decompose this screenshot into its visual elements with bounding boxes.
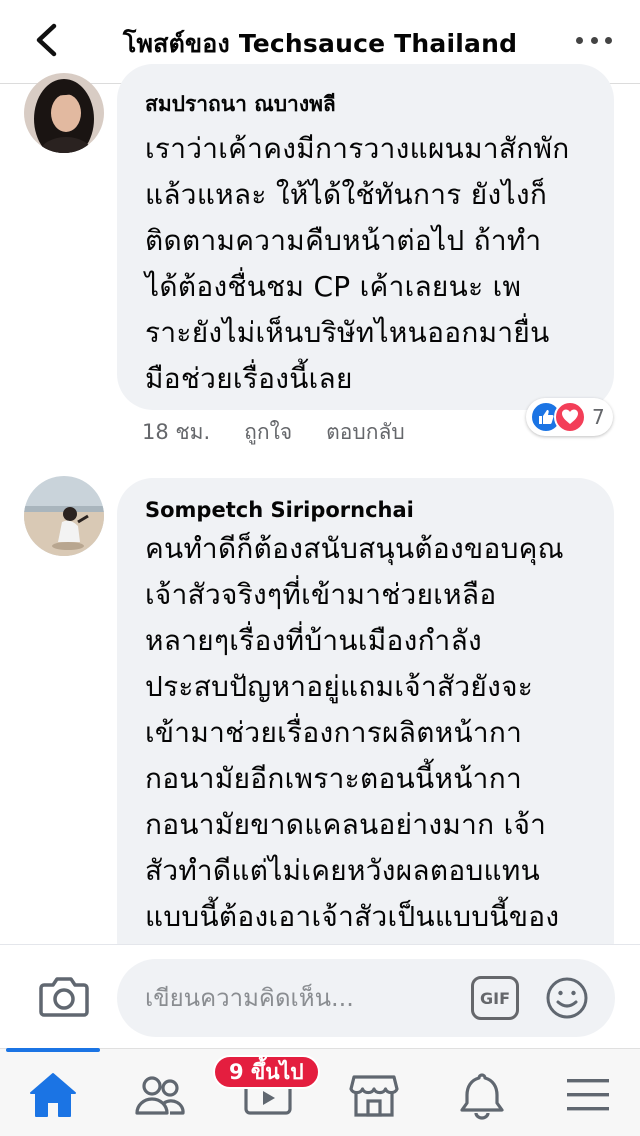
reaction-summary[interactable]: 7 (526, 398, 613, 436)
comment-line: คนทำดีก็ต้องสนับสนุนต้องขอบคุณ (145, 532, 564, 565)
comment-line: เราว่าเค้าคงมีการวางแผนมาสักพัก (145, 132, 570, 165)
camera-icon (39, 977, 89, 1017)
comment-composer: GIF (0, 944, 640, 1048)
tab-menu[interactable] (560, 1067, 616, 1123)
page-title: โพสต์ของ Techsauce Thailand (122, 29, 518, 58)
watch-notification-badge: 9 ขึ้นไป (213, 1055, 320, 1089)
comment-line: เข้ามาช่วยเรื่องการผลิตหน้ากา (145, 716, 523, 749)
love-reaction-icon (554, 401, 586, 433)
tab-home[interactable] (25, 1067, 81, 1123)
commenter-avatar[interactable] (24, 73, 104, 153)
commenter-name[interactable]: Sompetch Siripornchai (145, 496, 586, 524)
comment-line: มือช่วยเรื่องนี้เลย (145, 362, 353, 395)
comment-text: คนทำดีก็ต้องสนับสนุนต้องขอบคุณ เจ้าสัวจร… (145, 526, 586, 940)
comment-line: กอนามัยขาดแคลนอย่างมาก เจ้า (145, 808, 547, 841)
comment-bubble[interactable]: สมปราถนา ณบางพลี เราว่าเค้าคงมีการวางแผน… (117, 64, 614, 410)
comment-text: เราว่าเค้าคงมีการวางแผนมาสักพัก แล้วแหละ… (145, 126, 586, 402)
comment-bubble[interactable]: Sompetch Siripornchai คนทำดีก็ต้องสนับสน… (117, 478, 614, 978)
comment-line: แบบนี้ต้องเอาเจ้าสัวเป็นแบบนี้ของ (145, 900, 560, 933)
comment-line: แล้วแหละ ให้ได้ใช้ทันการ ยังไงก็ (145, 178, 548, 211)
marketplace-icon (349, 1075, 399, 1117)
reaction-count: 7 (592, 405, 605, 429)
comment-line: ได้ต้องชื่นชม CP เค้าเลยนะ เพ (145, 270, 522, 303)
comment-line: เจ้าสัวจริงๆที่เข้ามาช่วยเหลือ (145, 578, 497, 611)
comment-timestamp: 18 ชม. (142, 420, 211, 444)
tab-marketplace[interactable] (346, 1067, 402, 1123)
comment-line: สัวทำดีแต่ไม่เคยหวังผลตอบแทน (145, 854, 541, 887)
comment-line: หลายๆเรื่องที่บ้านเมืองกำลัง (145, 624, 482, 657)
tab-friends[interactable] (132, 1067, 188, 1123)
dot-icon (605, 36, 612, 44)
smiley-icon (546, 977, 588, 1019)
comment-input[interactable] (145, 979, 465, 1017)
commenter-name[interactable]: สมปราถนา ณบางพลี (145, 90, 586, 118)
comment-actions: 18 ชม. ถูกใจ ตอบกลับ (142, 416, 405, 449)
avatar-photo (24, 73, 104, 153)
menu-icon (567, 1079, 609, 1111)
dot-icon (590, 36, 598, 44)
comment-line: ประสบปัญหาอยู่แถมเจ้าสัวยังจะ (145, 670, 534, 703)
bell-icon (460, 1073, 504, 1120)
camera-button[interactable] (38, 971, 90, 1023)
tab-notifications[interactable] (454, 1067, 510, 1123)
comment-line: กอนามัยอีกเพราะตอนนี้หน้ากา (145, 762, 522, 795)
avatar-photo (24, 476, 104, 556)
more-options-button[interactable] (576, 30, 612, 50)
commenter-avatar[interactable] (24, 476, 104, 556)
gif-button[interactable]: GIF (471, 976, 519, 1020)
like-comment-button[interactable]: ถูกใจ (244, 416, 292, 449)
reply-comment-button[interactable]: ตอบกลับ (326, 416, 405, 449)
friends-icon (135, 1076, 185, 1115)
home-icon (30, 1073, 76, 1117)
bottom-navigation: 9 ขึ้นไป (0, 1048, 640, 1136)
emoji-button[interactable] (545, 976, 589, 1020)
comment-input-box: GIF (117, 959, 615, 1037)
dot-icon (576, 36, 583, 44)
comment-line: ติดตามความคืบหน้าต่อไป ถ้าทำ (145, 224, 542, 257)
active-tab-indicator (6, 1048, 100, 1052)
comment-line: ราะยังไม่เห็นบริษัทไหนออกมายื่น (145, 316, 550, 349)
